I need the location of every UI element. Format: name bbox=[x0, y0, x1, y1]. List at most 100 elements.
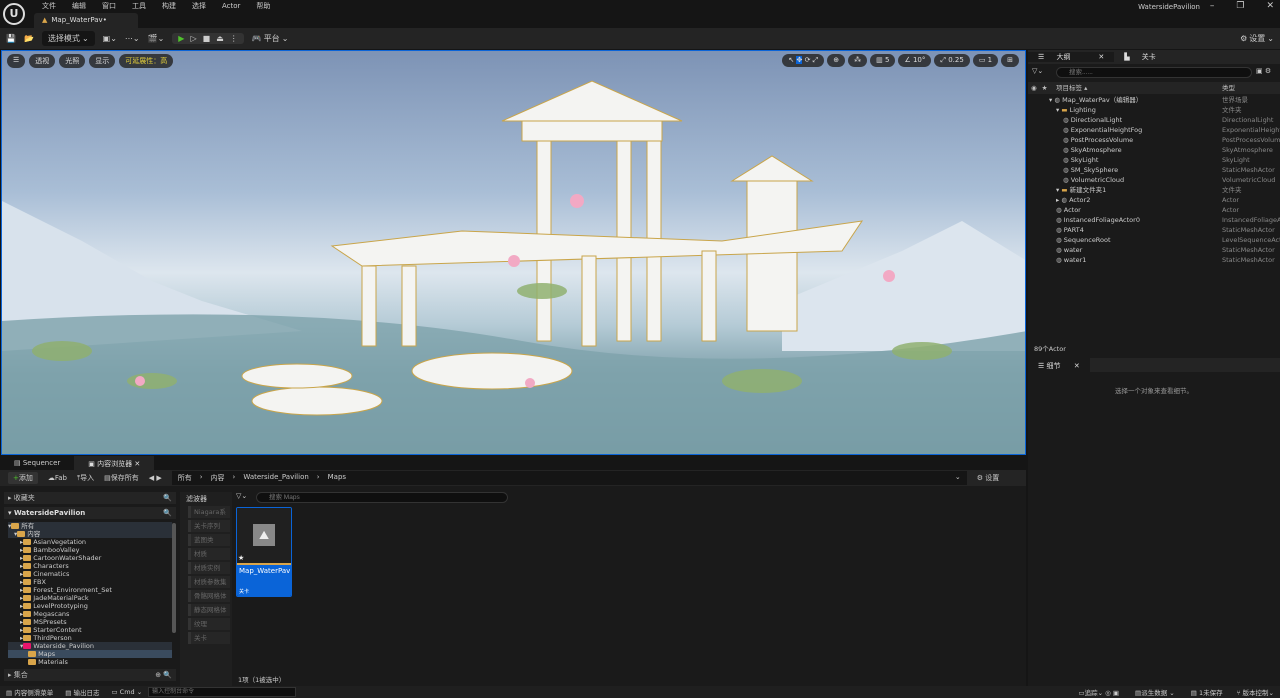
folder-tree-item[interactable]: ▾ 内容 bbox=[8, 530, 172, 538]
minimize-button[interactable]: – bbox=[1210, 1, 1215, 11]
unsaved-button[interactable]: ▤ 1未保存 bbox=[1183, 687, 1231, 697]
derived-data-button[interactable]: ▤派生数据 ⌄ bbox=[1127, 687, 1183, 697]
outliner-row[interactable]: ◍ SkyLight SkyLight bbox=[1028, 155, 1280, 165]
fab-button[interactable]: ☁Fab bbox=[48, 474, 67, 482]
viewport-options-button[interactable]: ☰ bbox=[7, 54, 26, 68]
folder-tree-item[interactable]: ▸ AsianVegetation bbox=[8, 538, 86, 546]
settings-button[interactable]: ⚙ 设置 bbox=[977, 473, 1000, 483]
outliner-row[interactable]: ◍ SequenceRootLevelSequenceActor bbox=[1028, 235, 1280, 245]
menu-item[interactable]: 编辑 bbox=[64, 2, 94, 11]
folder-tree-item[interactable]: ▸ MSPresets bbox=[8, 618, 67, 626]
filter-chip[interactable]: 材质参数集 bbox=[188, 576, 230, 588]
menu-item[interactable]: 构建 bbox=[154, 2, 184, 11]
filter-dropdown[interactable]: ▽⌄ bbox=[236, 492, 247, 500]
breadcrumb-item[interactable]: 所有 bbox=[178, 473, 192, 483]
breadcrumb-item[interactable]: Waterside_Pavilion bbox=[243, 473, 308, 483]
outliner-row[interactable]: ▾ ▬ 新建文件夹1 文件夹 bbox=[1028, 185, 1280, 195]
folder-tree-item[interactable]: ▸ Megascans bbox=[8, 610, 69, 618]
platform-button[interactable]: 🎮 平台 ⌄ bbox=[252, 33, 289, 44]
outliner-row[interactable]: ◍ ExponentialHeightFogExponentialHeightF… bbox=[1028, 125, 1280, 135]
save-button[interactable]: 💾 bbox=[6, 34, 16, 43]
asset-search-input[interactable] bbox=[256, 492, 508, 503]
filter-chip[interactable]: 材质实例 bbox=[188, 562, 230, 574]
menu-item[interactable]: Actor bbox=[214, 2, 248, 11]
tab-sequencer[interactable]: ▤ Sequencer bbox=[0, 456, 74, 470]
outliner-row[interactable]: ◍ SM_SkySphere StaticMeshActor bbox=[1028, 165, 1280, 175]
scale-snap[interactable]: ⤢ 0.25 bbox=[934, 54, 970, 67]
outliner-row[interactable]: ◍ InstancedFoliageActor0 InstancedFoliage… bbox=[1028, 215, 1280, 225]
tab-map-waterpav[interactable]: ▲ Map_WaterPav• bbox=[34, 13, 138, 28]
filter-chip[interactable]: 材质 bbox=[188, 548, 230, 560]
outliner-row[interactable]: ◍ water StaticMeshActor bbox=[1028, 245, 1280, 255]
import-button[interactable]: ⤒导入 bbox=[77, 473, 94, 483]
perspective-button[interactable]: 透视 bbox=[29, 54, 56, 68]
camera-speed[interactable]: ▭ 1 bbox=[972, 54, 999, 67]
column-label[interactable]: 项目标签 ▴ bbox=[1056, 82, 1087, 94]
menu-item[interactable]: 工具 bbox=[124, 2, 154, 11]
output-log-button[interactable]: ▤ 输出日志 bbox=[59, 687, 105, 697]
column-type[interactable]: 类型 bbox=[1222, 82, 1235, 94]
filter-chip[interactable]: 骨骼网格体 bbox=[188, 590, 230, 602]
collections-section[interactable]: ▸ 集合 ⊕ 🔍 bbox=[4, 669, 176, 681]
move-icon[interactable]: ✥ bbox=[796, 56, 803, 64]
cinematics-button[interactable]: 🎬⌄ bbox=[148, 34, 165, 43]
filter-chip[interactable]: 蓝图类 bbox=[188, 534, 230, 546]
outliner-row[interactable]: ◍ SkyAtmosphere SkyAtmosphere bbox=[1028, 145, 1280, 155]
folder-tree-item[interactable]: ▸ CartoonWaterShader bbox=[8, 554, 101, 562]
folder-tree-item[interactable]: ▸ JadeMaterialPack bbox=[8, 594, 89, 602]
menu-item[interactable]: 选择 bbox=[184, 2, 214, 11]
play-icon[interactable]: ▶ bbox=[178, 34, 184, 43]
folder-tree-item[interactable]: ▸ StarterContent bbox=[8, 626, 82, 634]
trace-button[interactable]: ▭追踪⌄ ◎ ▣ bbox=[1070, 687, 1127, 697]
folder-tree-item[interactable]: ▸ Characters bbox=[8, 562, 69, 570]
search-icon[interactable]: 🔍 bbox=[163, 507, 172, 519]
tree-scrollbar[interactable] bbox=[172, 523, 176, 633]
browse-button[interactable]: 📂 bbox=[24, 34, 34, 43]
blueprint-button[interactable]: ⋯⌄ bbox=[125, 34, 140, 43]
folder-tree-item[interactable]: ▸ Cinematics bbox=[8, 570, 69, 578]
menu-item[interactable]: 帮助 bbox=[248, 2, 278, 11]
eject-icon[interactable]: ⏏ bbox=[216, 34, 224, 43]
add-actor-button[interactable]: ▣⌄ bbox=[103, 34, 117, 43]
chevron-down-icon[interactable]: ⌄ bbox=[955, 473, 961, 483]
menu-item[interactable]: 窗口 bbox=[94, 2, 124, 11]
folder-tree-item[interactable]: Materials bbox=[8, 658, 68, 666]
cmd-dropdown[interactable]: ▭ Cmd ⌄ bbox=[105, 688, 148, 696]
lighting-button[interactable]: 光照 bbox=[59, 54, 86, 68]
outliner-search-input[interactable] bbox=[1056, 67, 1252, 78]
console-input[interactable] bbox=[148, 687, 297, 697]
filter-chip[interactable]: 静态网格体 bbox=[188, 604, 230, 616]
outliner-row[interactable]: ◍ PART4 StaticMeshActor bbox=[1028, 225, 1280, 235]
breadcrumb-item[interactable]: Maps bbox=[328, 473, 346, 483]
save-all-button[interactable]: ▤保存所有 bbox=[104, 473, 139, 483]
filter-chip[interactable]: 纹理 bbox=[188, 618, 230, 630]
outliner-row[interactable]: ▸ ◍ Actor2 Actor bbox=[1028, 195, 1280, 205]
outliner-row[interactable]: ◍ Actor Actor bbox=[1028, 205, 1280, 215]
settings-button[interactable]: ⚙ 设置 ⌄ bbox=[1240, 33, 1274, 44]
add-folder-button[interactable]: ▣ ⚙ bbox=[1256, 67, 1271, 75]
layout-button[interactable]: ⊞ bbox=[1001, 54, 1019, 67]
folder-tree-item[interactable]: ▸ ThirdPerson bbox=[8, 634, 72, 642]
menu-item[interactable]: 文件 bbox=[34, 2, 64, 11]
world-local-button[interactable]: ⊕ bbox=[827, 54, 846, 67]
outliner-row[interactable]: ◍ VolumetricCloud VolumetricCloud bbox=[1028, 175, 1280, 185]
tab-content-browser[interactable]: ▣ 内容浏览器 ✕ bbox=[74, 456, 155, 470]
level-viewport[interactable]: ☰ 透视 光照 显示 可延展性：高 ↖ ✥ ⟳ ⤢ ⊕ ⁂ ▥ 5 ∠ 10° … bbox=[1, 50, 1026, 455]
folder-tree-item[interactable]: Maps bbox=[8, 650, 172, 658]
outliner-row[interactable]: ▾ ◍ Map_WaterPav（编辑器） 世界场景 bbox=[1028, 95, 1280, 105]
surface-snap-button[interactable]: ⁂ bbox=[848, 54, 868, 67]
folder-tree-item[interactable]: ▾ 所有 bbox=[8, 522, 172, 530]
eye-icon[interactable]: ◉ bbox=[1031, 84, 1037, 92]
add-button[interactable]: +添加 bbox=[8, 472, 38, 484]
show-button[interactable]: 显示 bbox=[89, 54, 116, 68]
tab-outliner[interactable]: ☰ 大纲 ✕ bbox=[1028, 52, 1115, 62]
folder-tree-item[interactable]: ▸ BambooValley bbox=[8, 546, 80, 554]
scalability-button[interactable]: 可延展性：高 bbox=[119, 54, 174, 68]
outliner-row[interactable]: ◍ water1 StaticMeshActor bbox=[1028, 255, 1280, 265]
outliner-row[interactable]: ◍ DirectionalLight DirectionalLight bbox=[1028, 115, 1280, 125]
filter-chip[interactable]: 关卡序列 bbox=[188, 520, 230, 532]
folder-tree-item[interactable]: ▸ LevelPrototyping bbox=[8, 602, 88, 610]
tab-details[interactable]: ☰ 细节 ✕ bbox=[1028, 358, 1090, 374]
folder-tree-item[interactable]: ▸ Forest_Environment_Set bbox=[8, 586, 112, 594]
grid-snap[interactable]: ▥ 5 bbox=[870, 54, 896, 67]
